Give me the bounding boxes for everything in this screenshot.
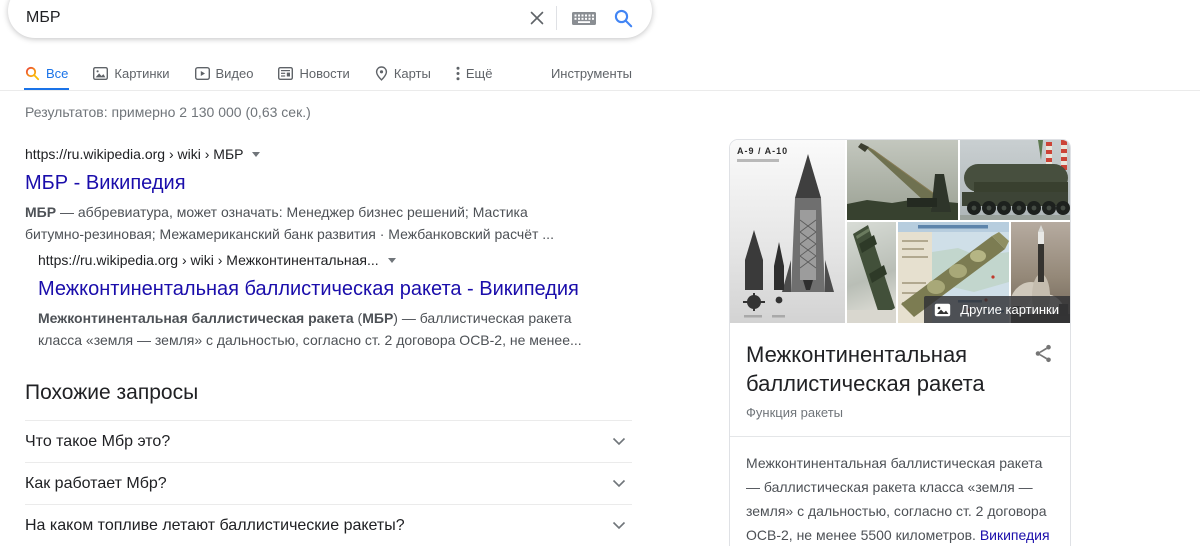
video-icon [195,67,210,80]
header-divider [0,90,1200,91]
result-type-tabs: Все Картинки Видео Новости Карты [25,58,632,88]
related-question[interactable]: На каком топливе летают баллистические р… [25,505,632,546]
tab-images[interactable]: Картинки [93,66,169,81]
tab-maps[interactable]: Карты [375,66,431,81]
tab-news[interactable]: Новости [278,66,349,81]
result-snippet: МБР — аббревиатура, может означать: Мене… [25,201,587,245]
question-label: Как работает Мбр? [25,475,167,493]
share-icon[interactable] [1033,343,1054,369]
tools-button[interactable]: Инструменты [551,66,632,81]
related-question[interactable]: Что такое Мбр это? [25,421,632,463]
searchbar-divider [556,6,557,30]
tab-videos-label: Видео [216,66,254,81]
images-icon [93,67,108,80]
knowledge-panel-subtitle: Функция ракеты [746,405,1054,420]
result-snippet: Межконтинентальная баллистическая ракета… [38,307,600,351]
tab-more[interactable]: Ещё [456,66,493,81]
collage-image-green-missile[interactable] [847,222,896,323]
google-serp-page: Все Картинки Видео Новости Карты [0,0,1200,546]
search-input[interactable] [26,9,528,27]
collage-image-missile-erecting[interactable] [847,140,958,220]
clear-icon[interactable] [528,9,546,27]
chevron-down-icon [612,479,626,488]
url-dropdown-icon[interactable] [388,258,396,263]
knowledge-panel: A-9 / A-10 [729,139,1071,546]
question-label: Что такое Мбр это? [25,433,170,451]
tab-all-label: Все [46,66,68,81]
collage-image-mobile-launcher[interactable] [960,140,1070,220]
chevron-down-icon [612,521,626,530]
result-url[interactable]: https://ru.wikipedia.org › wiki › Межкон… [38,252,379,268]
search-result: https://ru.wikipedia.org › wiki › МБР МБ… [25,144,632,245]
map-pin-icon [375,66,388,81]
wikipedia-link[interactable]: Википедия [980,527,1050,543]
knowledge-panel-title: Межконтинентальная баллистическая ракета [746,340,1036,398]
knowledge-panel-description: Межконтинентальная баллистическая ракета… [730,437,1070,546]
keyboard-icon[interactable] [571,9,597,27]
tab-news-label: Новости [299,66,349,81]
search-icon [25,66,40,81]
people-also-ask: Похожие запросы Что такое Мбр это? Как р… [25,380,632,546]
result-title-link[interactable]: Межконтинентальная баллистическая ракета… [38,276,632,302]
result-title-link[interactable]: МБР - Википедия [25,170,632,196]
tab-videos[interactable]: Видео [195,66,254,81]
more-dots-icon [456,66,460,81]
question-label: На каком топливе летают баллистические р… [25,517,405,535]
collage-diagram-caption [737,159,779,162]
search-submit-icon[interactable] [613,8,634,29]
tab-maps-label: Карты [394,66,431,81]
image-icon [934,303,951,317]
tab-all[interactable]: Все [25,66,68,81]
collage-image-rocket-diagram[interactable]: A-9 / A-10 [730,140,845,323]
tab-more-label: Ещё [466,66,493,81]
related-questions-title: Похожие запросы [25,380,632,406]
result-stats: Результатов: примерно 2 130 000 (0,63 се… [25,104,311,120]
result-url[interactable]: https://ru.wikipedia.org › wiki › МБР [25,146,243,162]
tab-images-label: Картинки [114,66,169,81]
collage-diagram-label: A-9 / A-10 [737,146,788,156]
chevron-down-icon [612,437,626,446]
related-question[interactable]: Как работает Мбр? [25,463,632,505]
more-images-label: Другие картинки [960,302,1059,317]
search-bar [8,0,652,38]
search-result: https://ru.wikipedia.org › wiki › Межкон… [38,250,632,351]
url-dropdown-icon[interactable] [252,152,260,157]
knowledge-panel-image-collage: A-9 / A-10 [730,140,1070,323]
news-icon [278,67,293,80]
more-images-button[interactable]: Другие картинки [924,296,1070,323]
